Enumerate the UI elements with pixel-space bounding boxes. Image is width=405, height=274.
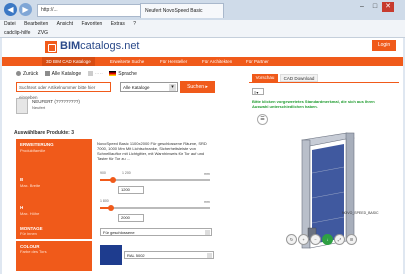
site-logo[interactable]: BIMcatalogs.net xyxy=(60,40,140,52)
search-button[interactable]: Suchen ▸ xyxy=(180,81,215,93)
rotate-icon[interactable]: ↻ xyxy=(286,234,297,245)
browser-window: ◀ ▶ http://... Neufert NovoSpeed Basic –… xyxy=(0,0,405,274)
width-input[interactable]: 1200 xyxy=(118,186,144,194)
fullscreen-icon[interactable]: ⤢ xyxy=(334,234,345,245)
nav-item-partners[interactable]: Für Partner xyxy=(246,57,269,66)
slider-handle[interactable] xyxy=(110,177,117,183)
product-name: NEUFERT (?????????) xyxy=(32,99,80,104)
row-label-cell: H Max. Höhe xyxy=(16,197,92,225)
page-content: BIMcatalogs.net Login 3D BIM CAD Katalog… xyxy=(2,38,403,274)
list-view-icon[interactable]: ☰ xyxy=(346,234,357,245)
zoom-out-icon[interactable]: − xyxy=(310,234,321,245)
height-input[interactable]: 2000 xyxy=(118,214,144,222)
slider-value-label: 1 200 xyxy=(122,171,131,175)
unit-label: mm xyxy=(204,172,210,176)
row-label-cell: ERWEITERUNG Produktfamilie xyxy=(16,139,92,169)
tab-preview[interactable]: Vorschau xyxy=(252,74,278,82)
row-label: ERWEITERUNG xyxy=(20,142,54,147)
search-input[interactable]: Suchtext oder Artikelnummer bitte hier e… xyxy=(16,82,111,100)
slider-min-label: 900 xyxy=(100,171,106,175)
logo-icon[interactable] xyxy=(45,41,57,53)
tab-cad-download[interactable]: CAD Download xyxy=(280,74,318,82)
product-company: Neufert xyxy=(32,105,46,110)
row-label-cell: MONTAGE Für innen xyxy=(16,225,92,239)
width-slider[interactable] xyxy=(100,177,210,183)
back-link[interactable]: Zurück xyxy=(16,71,38,77)
catalog-select[interactable]: Alle Kataloge ▾ xyxy=(120,82,178,92)
nav-item-architects[interactable]: Für Architekten xyxy=(202,57,232,66)
menu-help[interactable]: ? xyxy=(133,21,136,27)
list-icon[interactable]: ☰ xyxy=(257,114,268,125)
menu-bearbeiten[interactable]: Bearbeiten xyxy=(24,21,48,27)
row-width: B Max. Breite 900 1 200 mm 1200 xyxy=(16,169,216,197)
row-description: ERWEITERUNG Produktfamilie NovoSpeed Bas… xyxy=(16,139,216,169)
zoom-in-icon[interactable]: + xyxy=(298,234,309,245)
menu-extras[interactable]: Extras xyxy=(111,21,125,27)
login-button[interactable]: Login xyxy=(372,40,396,51)
tab-underline xyxy=(249,82,399,83)
row-sublabel: Max. Breite xyxy=(20,183,41,188)
row-colour: COLOUR Farbe des Tors RAL 5002 xyxy=(16,241,216,271)
chevron-down-icon xyxy=(207,253,212,258)
close-icon[interactable]: ✕ xyxy=(382,2,394,12)
row-label-cell: COLOUR Farbe des Tors xyxy=(16,241,92,271)
main-nav: 3D BIM CAD Kataloge Erweiterte Suche Für… xyxy=(2,57,403,66)
chevron-down-icon: ▾ xyxy=(169,84,176,91)
nav-item-advanced-search[interactable]: Erweiterte Suche xyxy=(110,57,144,66)
door-curtain xyxy=(312,144,344,244)
grid-icon xyxy=(87,71,93,77)
catalog-icon xyxy=(44,71,50,77)
nav-item-catalogs[interactable]: 3D BIM CAD Kataloge xyxy=(42,57,95,66)
row-sublabel: Für innen xyxy=(20,231,37,236)
unit-label: mm xyxy=(204,200,210,204)
mounting-select[interactable]: Für geschlossene xyxy=(100,228,212,236)
row-label-cell: B Max. Breite xyxy=(16,169,92,197)
colour-swatch[interactable] xyxy=(100,245,122,265)
product-description: NovoSpeed Basic 1100x2000 Für geschlosse… xyxy=(97,141,207,161)
disabled-link: ····· xyxy=(87,71,103,77)
favorite-link[interactable]: cadclip-hilfe xyxy=(4,30,30,36)
slider-handle[interactable] xyxy=(108,205,114,211)
nav-item-manufacturers[interactable]: Für Hersteller xyxy=(160,57,187,66)
catalog-toolbar: Zurück Alle Kataloge ····· Sprache xyxy=(16,71,142,77)
favorite-link[interactable]: ZVG xyxy=(38,30,48,36)
row-mounting: MONTAGE Für innen Für geschlossene xyxy=(16,225,216,239)
row-label: H xyxy=(20,205,24,210)
language-selector[interactable]: Sprache xyxy=(109,71,137,77)
forward-icon[interactable]: ▶ xyxy=(19,3,32,16)
menu-ansicht[interactable]: Ansicht xyxy=(57,21,73,27)
favorites-bar: cadclip-hilfe ZVG xyxy=(0,29,405,38)
product-thumbnail[interactable] xyxy=(16,98,28,114)
minimize-icon[interactable]: – xyxy=(356,2,368,12)
menu-datei[interactable]: Datei xyxy=(4,21,16,27)
colour-select[interactable]: RAL 5002 xyxy=(124,251,214,259)
back-arrow-icon xyxy=(16,71,21,77)
row-height: H Max. Höhe 1 800 mm 2000 xyxy=(16,197,216,225)
model-label: NOVO_SPEED_BASIC xyxy=(342,211,379,215)
german-flag-icon xyxy=(109,71,117,77)
download-icon[interactable]: ↓ xyxy=(322,234,333,245)
back-icon[interactable]: ◀ xyxy=(4,3,17,16)
section-title: Auswählbare Produkte: 3 xyxy=(14,130,75,136)
all-catalogs-link[interactable]: Alle Kataloge xyxy=(44,71,81,77)
info-message: Bitte klicken vorgewertetes Standardmerk… xyxy=(252,99,375,109)
row-label: B xyxy=(20,177,24,182)
row-sublabel: Max. Höhe xyxy=(20,211,40,216)
menu-favoriten[interactable]: Favoriten xyxy=(81,21,102,27)
maximize-icon[interactable]: □ xyxy=(369,2,381,12)
browser-titlebar: ◀ ▶ http://... Neufert NovoSpeed Basic –… xyxy=(0,0,405,20)
view-select[interactable]: ≡▾ xyxy=(252,88,264,95)
browser-tab[interactable]: Neufert NovoSpeed Basic xyxy=(140,3,224,18)
row-sublabel: Produktfamilie xyxy=(20,148,46,153)
chevron-down-icon xyxy=(205,230,210,235)
site-header: BIMcatalogs.net Login xyxy=(2,38,403,56)
slider-min-label: 1 800 xyxy=(100,199,109,203)
row-sublabel: Farbe des Tors xyxy=(20,249,47,254)
menu-bar: Datei Bearbeiten Ansicht Favoriten Extra… xyxy=(0,20,405,29)
height-slider[interactable] xyxy=(100,205,210,211)
